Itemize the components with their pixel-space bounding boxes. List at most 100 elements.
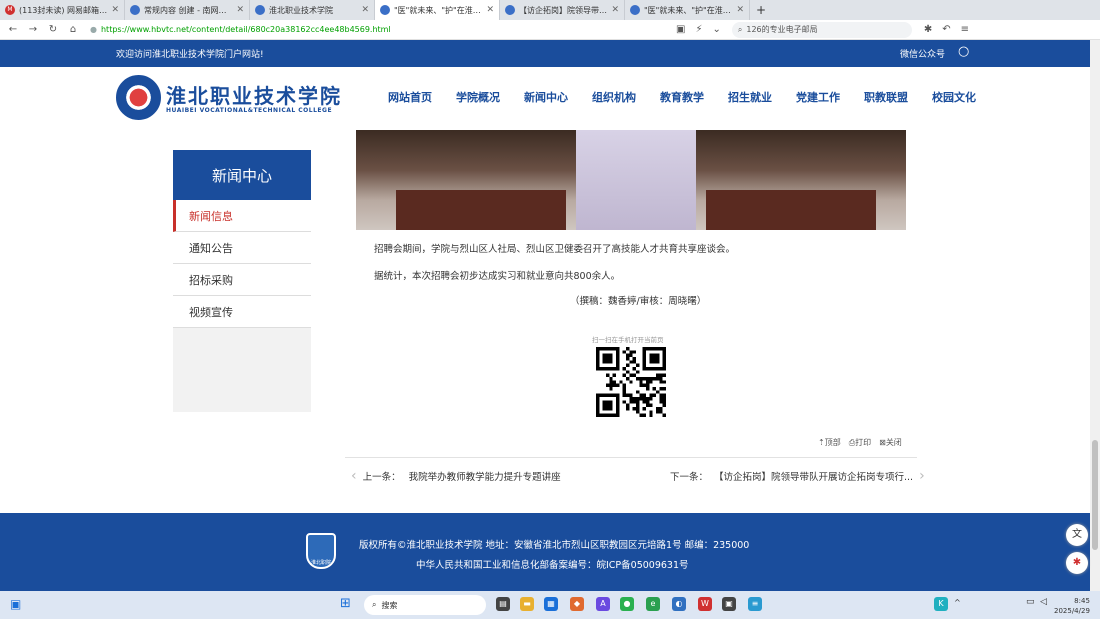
tray-app-icon[interactable]: K bbox=[934, 597, 948, 611]
close-tab-icon[interactable]: ✕ bbox=[736, 5, 744, 15]
close-tab-icon[interactable]: ✕ bbox=[111, 5, 119, 15]
browser-icon[interactable]: e bbox=[646, 597, 660, 611]
top-icon: ⇡ bbox=[818, 438, 825, 447]
close-tab-icon[interactable]: ✕ bbox=[611, 5, 619, 15]
taskbar: ▣ ⊞ ⌕ 搜索 ▤ ▬ ▦ ◆ A ● e ◐ W ▣ ≡ K ^ ▭ ◁ 8:… bbox=[0, 591, 1100, 619]
site-top-strip: 欢迎访问淮北职业技术学院门户网站! 微信公众号 ○ bbox=[0, 40, 1090, 67]
wps-icon[interactable]: W bbox=[698, 597, 712, 611]
taskbar-clock[interactable]: 8:45 2025/4/29 bbox=[1054, 596, 1090, 616]
article-photo bbox=[356, 130, 906, 230]
menu-icon[interactable]: ≡ bbox=[961, 24, 969, 35]
forward-icon[interactable]: → bbox=[26, 23, 40, 37]
lightning-icon[interactable]: ⚡ bbox=[695, 24, 702, 35]
prev-article-link[interactable]: ‹ 上一条： 我院举办教师教学能力提升专题讲座 bbox=[345, 468, 561, 484]
nav-about[interactable]: 学院概况 bbox=[456, 89, 500, 105]
chevron-up-icon[interactable]: ^ bbox=[954, 598, 961, 607]
taskview-icon[interactable]: ▤ bbox=[496, 597, 510, 611]
search-icon: ⌕ bbox=[372, 600, 377, 609]
sidebar-item-news[interactable]: 新闻信息 bbox=[173, 200, 311, 232]
top-button[interactable]: ⇡顶部 bbox=[818, 437, 841, 448]
notes-icon[interactable]: ≡ bbox=[748, 597, 762, 611]
close-tab-icon[interactable]: ✕ bbox=[236, 5, 244, 15]
print-button[interactable]: ⎙打印 bbox=[849, 437, 871, 448]
scrollbar-thumb[interactable] bbox=[1092, 440, 1098, 550]
site-footer: 淮北职院 版权所有©淮北职业技术学院 地址：安徽省淮北市烈山区职教园区元培路1号… bbox=[0, 513, 1090, 591]
school-name-cn: 淮北职业技术学院 bbox=[166, 84, 342, 108]
article-paragraph: 招聘会期间，学院与烈山区人社局、烈山区卫健委召开了高技能人才共育共享座谈会。 bbox=[374, 244, 736, 255]
browser-search-input[interactable]: ⌕ 126的专业电子邮局 bbox=[731, 21, 912, 38]
url-input[interactable]: ● https://www.hbvtc.net/content/detail/68… bbox=[86, 22, 671, 38]
sidebar-item-notices[interactable]: 通知公告 bbox=[173, 232, 311, 264]
site-icon bbox=[380, 5, 390, 15]
site-icon bbox=[255, 5, 265, 15]
main-nav: 网站首页 学院概况 新闻中心 组织机构 教育教学 招生就业 党建工作 职教联盟 … bbox=[388, 89, 1000, 105]
wechat-link[interactable]: 微信公众号 bbox=[900, 47, 945, 60]
close-tab-icon[interactable]: ✕ bbox=[361, 5, 369, 15]
back-icon[interactable]: ← bbox=[6, 23, 20, 37]
screenshot-icon[interactable]: ▣ bbox=[676, 24, 685, 35]
assistant-icon[interactable]: ✱ bbox=[1066, 552, 1088, 574]
cloud-icon[interactable]: ◐ bbox=[672, 597, 686, 611]
browser-tab-5[interactable]: 【访企拓岗】院领导带队开展访✕ bbox=[500, 0, 625, 20]
nav-admission[interactable]: 招生就业 bbox=[728, 89, 772, 105]
nav-alliance[interactable]: 职教联盟 bbox=[864, 89, 908, 105]
lock-icon: ● bbox=[90, 25, 97, 34]
folder-icon[interactable]: ▬ bbox=[520, 597, 534, 611]
home-icon[interactable]: ⌂ bbox=[66, 23, 80, 37]
divider bbox=[345, 457, 917, 458]
next-article-link[interactable]: 下一条： 【访企拓岗】院领导带队开展访企拓岗专项行... › bbox=[670, 468, 931, 484]
school-logo[interactable] bbox=[116, 75, 161, 120]
extensions-icon[interactable]: ✱ bbox=[924, 24, 932, 35]
browser-tab-1[interactable]: M(113封未读) 网易邮箱6.0版✕ bbox=[0, 0, 125, 20]
footer-copyright: 版权所有©淮北职业技术学院 地址：安徽省淮北市烈山区职教园区元培路1号 邮编：2… bbox=[359, 540, 750, 551]
photo-aisle bbox=[576, 130, 696, 230]
sidebar-item-bidding[interactable]: 招标采购 bbox=[173, 264, 311, 296]
sidebar-item-video[interactable]: 视频宣传 bbox=[173, 296, 311, 328]
browser-tab-4-active[interactable]: "医"就未来、"护"在淮北 | 我院✕ bbox=[375, 0, 500, 20]
nav-organization[interactable]: 组织机构 bbox=[592, 89, 636, 105]
nav-news[interactable]: 新闻中心 bbox=[524, 89, 568, 105]
translate-icon[interactable]: 文 bbox=[1066, 524, 1088, 546]
close-icon: ⊠ bbox=[879, 438, 886, 447]
undo-icon[interactable]: ↶ bbox=[942, 24, 950, 35]
gov-badge[interactable]: 淮北职院 bbox=[306, 533, 336, 569]
widgets-icon[interactable]: ▣ bbox=[10, 597, 21, 611]
start-icon[interactable]: ⊞ bbox=[340, 596, 351, 611]
photo-table-left bbox=[396, 190, 566, 230]
sidebar-title: 新闻中心 bbox=[173, 150, 311, 200]
wechat-icon[interactable]: ● bbox=[620, 597, 634, 611]
refresh-icon[interactable]: ↻ bbox=[46, 23, 60, 37]
ai-icon[interactable]: A bbox=[596, 597, 610, 611]
article-author: （撰稿：魏香婷/审核：周晓曙） bbox=[570, 296, 707, 307]
terminal-icon[interactable]: ▣ bbox=[722, 597, 736, 611]
footer-icp[interactable]: 中华人民共和国工业和信息化部备案编号：皖ICP备05009631号 bbox=[416, 557, 689, 571]
site-icon bbox=[505, 5, 515, 15]
qr-label: 扫一扫在手机打开当前页 bbox=[592, 336, 664, 344]
volume-icon[interactable]: ◁ bbox=[1040, 597, 1047, 607]
store-icon[interactable]: ▦ bbox=[544, 597, 558, 611]
welcome-text: 欢迎访问淮北职业技术学院门户网站! bbox=[116, 50, 264, 60]
nav-education[interactable]: 教育教学 bbox=[660, 89, 704, 105]
nav-home[interactable]: 网站首页 bbox=[388, 89, 432, 105]
article-tools: ⇡顶部 ⎙打印 ⊠关闭 bbox=[818, 437, 910, 448]
app-icon[interactable]: ◆ bbox=[570, 597, 584, 611]
new-tab-button[interactable]: + bbox=[756, 3, 766, 17]
site-icon bbox=[630, 5, 640, 15]
taskbar-search[interactable]: ⌕ 搜索 bbox=[364, 595, 486, 615]
site-icon bbox=[130, 5, 140, 15]
search-icon[interactable]: ○ bbox=[958, 44, 969, 59]
nav-party[interactable]: 党建工作 bbox=[796, 89, 840, 105]
mail-icon: M bbox=[5, 5, 15, 15]
chevron-right-icon: › bbox=[919, 468, 925, 484]
browser-tab-6[interactable]: "医"就未来、"护"在淮北 | 我院✕ bbox=[625, 0, 750, 20]
close-button[interactable]: ⊠关闭 bbox=[879, 437, 902, 448]
chevron-down-icon[interactable]: ⌄ bbox=[712, 24, 720, 35]
article-paragraph: 据统计，本次招聘会初步达成实习和就业意向共800余人。 bbox=[374, 271, 621, 282]
site-header: 淮北职业技术学院 HUAIBEI VOCATIONAL&TECHNICAL CO… bbox=[0, 67, 1090, 130]
browser-tab-bar: M(113封未读) 网易邮箱6.0版✕ 常规内容 创建 - 南网云政务✕ 淮北职… bbox=[0, 0, 1100, 20]
close-tab-icon[interactable]: ✕ bbox=[486, 5, 494, 15]
network-icon[interactable]: ▭ bbox=[1026, 597, 1035, 607]
browser-tab-3[interactable]: 淮北职业技术学院 ✕ bbox=[250, 0, 375, 20]
browser-tab-2[interactable]: 常规内容 创建 - 南网云政务✕ bbox=[125, 0, 250, 20]
nav-culture[interactable]: 校园文化 bbox=[932, 89, 976, 105]
